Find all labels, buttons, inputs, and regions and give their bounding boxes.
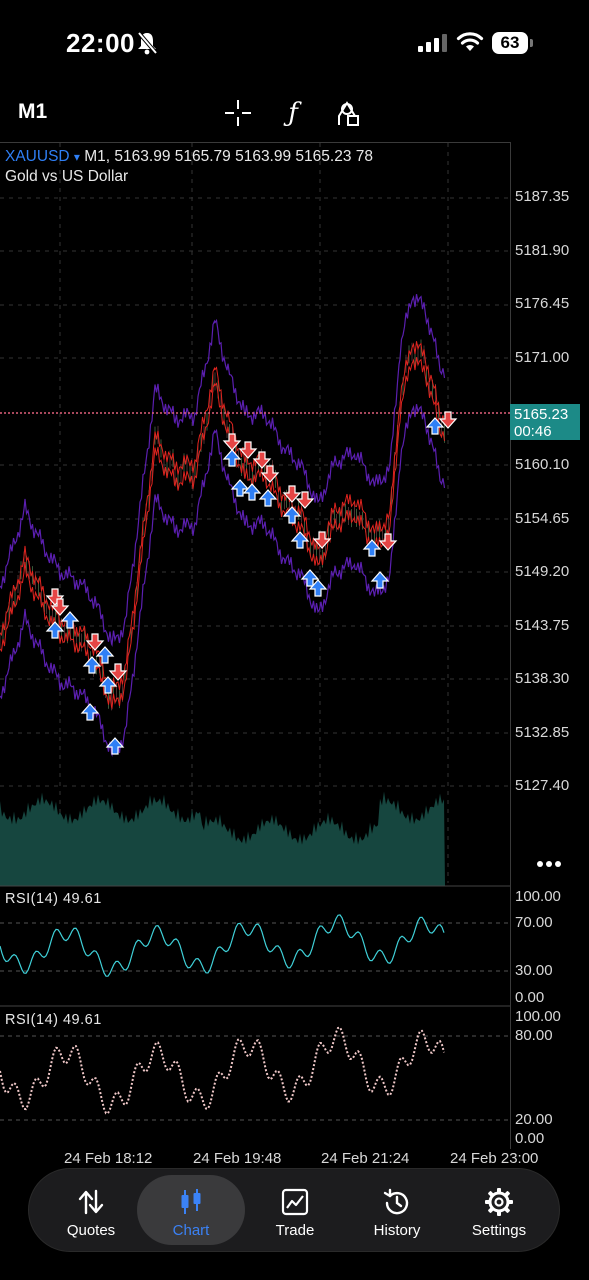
price-axis-label: 5187.35	[515, 188, 570, 205]
signal-icon	[418, 34, 447, 52]
time-axis-label: 24 Feb 21:24	[321, 1150, 410, 1167]
battery-tip	[530, 39, 533, 47]
trade-line-chart-icon	[281, 1188, 309, 1216]
status-bar: 22:00 63	[0, 0, 589, 88]
rsi1-line	[0, 914, 445, 977]
price-axis-label: 5127.40	[515, 777, 570, 794]
rsi1-level: 70.00	[515, 914, 553, 931]
price-axis-label: 5171.00	[515, 349, 570, 366]
more-options-icon[interactable]	[536, 856, 562, 872]
rsi1-level: 100.00	[515, 888, 561, 905]
symbol-dropdown-icon[interactable]: ▾	[74, 150, 80, 164]
objects-icon[interactable]	[332, 96, 366, 130]
rsi2-level: 100.00	[515, 1008, 561, 1025]
rsi1-label: RSI(14) 49.61	[5, 891, 102, 907]
nav-label: Quotes	[66, 1222, 116, 1239]
rsi1-level: 0.00	[515, 989, 545, 1006]
rsi1-level: 30.00	[515, 962, 553, 979]
price-axis-label: 5132.85	[515, 724, 570, 741]
nav-label: Chart	[172, 1222, 210, 1239]
current-price-tag: 5165.23 00:46	[510, 404, 580, 440]
chart-toolbar: M1 ƒ	[0, 88, 589, 138]
function-icon[interactable]: ƒ	[276, 96, 310, 130]
nav-trade[interactable]: Trade	[241, 1169, 349, 1251]
price-axis-label: 5160.10	[515, 456, 570, 473]
price-chart[interactable]	[0, 143, 510, 1149]
price-axis-label: 5149.20	[515, 563, 570, 580]
wifi-icon	[456, 32, 484, 51]
bottom-nav: Quotes Chart Trade History Settings	[28, 1168, 560, 1252]
timeframe-selector[interactable]: M1	[18, 100, 47, 124]
nav-label: History	[373, 1222, 421, 1239]
ohlc-values: M1, 5163.99 5165.79 5163.99 5165.23 78	[84, 148, 373, 165]
nav-label: Settings	[471, 1222, 527, 1239]
history-clock-icon	[383, 1188, 409, 1215]
symbol-description: Gold vs US Dollar	[5, 168, 129, 185]
chart-panel[interactable]	[0, 142, 511, 1149]
nav-label: Trade	[275, 1222, 315, 1239]
nav-settings[interactable]: Settings	[445, 1169, 553, 1251]
status-time: 22:00	[66, 28, 135, 58]
nav-quotes[interactable]: Quotes	[37, 1169, 145, 1251]
rsi2-label: RSI(14) 49.61	[5, 1012, 102, 1028]
nav-chart[interactable]: Chart	[137, 1175, 245, 1245]
time-axis-label: 24 Feb 18:12	[64, 1150, 153, 1167]
crosshair-icon[interactable]	[221, 96, 255, 130]
price-axis-label: 5154.65	[515, 510, 570, 527]
settings-gear-icon	[485, 1188, 513, 1216]
time-axis-label: 24 Feb 23:00	[450, 1150, 539, 1167]
rsi2-level: 80.00	[515, 1027, 553, 1044]
price-axis-label: 5138.30	[515, 670, 570, 687]
symbol-name[interactable]: XAUUSD	[5, 148, 70, 165]
bell-slash-icon	[137, 31, 158, 55]
nav-history[interactable]: History	[343, 1169, 451, 1251]
volume-area	[0, 791, 445, 886]
rsi2-level: 20.00	[515, 1111, 553, 1128]
sell-arrow	[238, 441, 258, 459]
price-axis-label: 5176.45	[515, 295, 570, 312]
chart-header: XAUUSD ▾ M1, 5163.99 5165.79 5163.99 516…	[5, 148, 373, 166]
current-price: 5165.23	[514, 406, 569, 423]
rsi2-line	[0, 1026, 445, 1115]
buy-arrow	[82, 656, 102, 674]
quotes-arrows-icon	[78, 1189, 104, 1215]
price-axis-label: 5181.90	[515, 242, 570, 259]
bar-countdown: 00:46	[514, 423, 552, 440]
sell-arrow	[222, 433, 242, 451]
moving-average	[0, 357, 445, 710]
candlestick-chart-icon	[181, 1189, 201, 1214]
time-axis-label: 24 Feb 19:48	[193, 1150, 282, 1167]
buy-arrow	[222, 449, 242, 467]
rsi2-level: 0.00	[515, 1130, 545, 1147]
price-axis-label: 5143.75	[515, 617, 570, 634]
battery-icon: 63	[492, 32, 528, 54]
